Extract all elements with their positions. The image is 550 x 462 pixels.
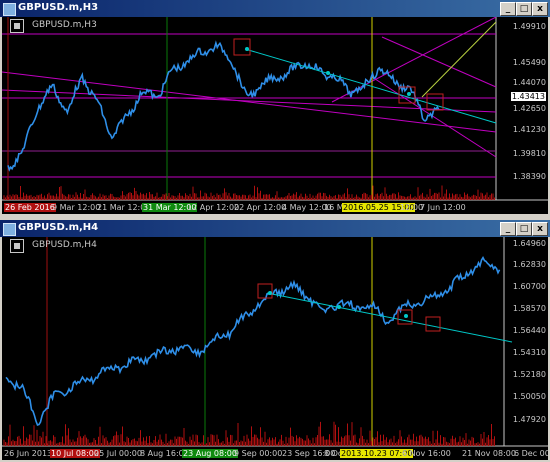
- price-axis-label: 1.39810: [512, 149, 546, 158]
- chart-window-h3[interactable]: GBPUSD.m,H3 _ □ x GBPUSD.m,H3 1.49910 1.4…: [0, 0, 550, 216]
- price-axis-label: 1.45490: [512, 58, 546, 67]
- volume-histogram: [3, 185, 495, 200]
- chart-window-icon: [3, 3, 16, 16]
- pivot-point: [268, 291, 272, 295]
- price-axis-label: 1.52180: [512, 370, 546, 379]
- volume-histogram: [3, 421, 495, 446]
- time-axis-label: 25 Jul 00:00: [94, 449, 142, 458]
- symbol-icon: [10, 19, 24, 33]
- price-axis-label: 1.41230: [512, 125, 546, 134]
- time-axis-label: 22 Apr 12:00: [234, 203, 287, 212]
- pivot-point: [407, 92, 411, 96]
- price-axis-label: 1.54310: [512, 348, 546, 357]
- symbol-icon: [10, 239, 24, 253]
- time-axis-label: 23 Aug 08:00: [182, 449, 238, 458]
- price-axis-label: 1.49910: [512, 22, 546, 31]
- close-button[interactable]: x: [532, 2, 548, 16]
- price-chart[interactable]: GBPUSD.m,H4 1.64960 1.62830 1.60700 1.58570…: [2, 237, 548, 460]
- price-axis-label: 1.43413: [510, 92, 546, 101]
- time-axis-label: 10 Jul 08:00: [50, 449, 100, 458]
- time-axis-label: 12 Apr 12:00: [187, 203, 240, 212]
- minimize-button[interactable]: _: [500, 2, 516, 16]
- time-axis-label: 26 Jun 2013: [4, 449, 53, 458]
- chart-window-h4[interactable]: GBPUSD.m,H4 _ □ x GBPUSD.m,H4 1.64960 1.6…: [0, 220, 550, 462]
- time-axis-label: 6 Nov 16:00: [402, 449, 451, 458]
- chart-window-icon: [3, 223, 16, 236]
- price-chart[interactable]: GBPUSD.m,H3 1.49910 1.45490 1.44070 1.43413…: [2, 17, 548, 214]
- pivot-point: [337, 305, 341, 309]
- chart-canvas[interactable]: [2, 17, 548, 214]
- trendline-cyan: [266, 292, 513, 343]
- price-axis-label: 1.44070: [512, 78, 546, 87]
- price-axis-label: 1.58570: [512, 304, 546, 313]
- price-axis-label: 1.62830: [512, 260, 546, 269]
- pivot-point: [245, 47, 249, 51]
- close-button[interactable]: x: [532, 222, 548, 236]
- time-axis-label: 26 Feb 2016: [4, 203, 56, 212]
- pivot-point: [404, 314, 408, 318]
- pattern-box: [425, 316, 441, 332]
- chart-canvas[interactable]: [2, 237, 548, 460]
- window-title: GBPUSD.m,H3: [18, 2, 99, 13]
- window-title: GBPUSD.m,H4: [18, 222, 99, 233]
- time-axis-label: 6 Dec 00:00: [514, 449, 548, 458]
- diagonal-trendline: [2, 71, 497, 133]
- window-titlebar[interactable]: GBPUSD.m,H4 _ □ x: [0, 220, 550, 237]
- price-axis-label: 1.56440: [512, 326, 546, 335]
- price-axis-label: 1.42650: [512, 104, 546, 113]
- price-axis-label: 1.60700: [512, 282, 546, 291]
- time-axis-label: 21 Nov 08:00: [462, 449, 516, 458]
- pattern-box: [233, 38, 251, 56]
- price-axis-label: 1.50050: [512, 392, 546, 401]
- price-line: [5, 255, 501, 427]
- price-axis-label: 1.38390: [512, 172, 546, 181]
- maximize-button[interactable]: □: [516, 2, 532, 16]
- chart-symbol-label: GBPUSD.m,H4: [32, 240, 97, 250]
- chart-symbol-label: GBPUSD.m,H3: [32, 20, 97, 30]
- window-titlebar[interactable]: GBPUSD.m,H3 _ □ x: [0, 0, 550, 17]
- maximize-button[interactable]: □: [516, 222, 532, 236]
- price-axis-area: [496, 17, 548, 214]
- pivot-point: [326, 71, 330, 75]
- price-axis-label: 1.64960: [512, 239, 546, 248]
- minimize-button[interactable]: _: [500, 222, 516, 236]
- pattern-box: [257, 283, 273, 299]
- time-axis-label: 7 Jun 12:00: [420, 203, 466, 212]
- time-axis-label: 9 Sep 00:00: [234, 449, 283, 458]
- price-axis-label: 1.47920: [512, 415, 546, 424]
- time-axis-label: 9 Mar 12:00: [52, 203, 101, 212]
